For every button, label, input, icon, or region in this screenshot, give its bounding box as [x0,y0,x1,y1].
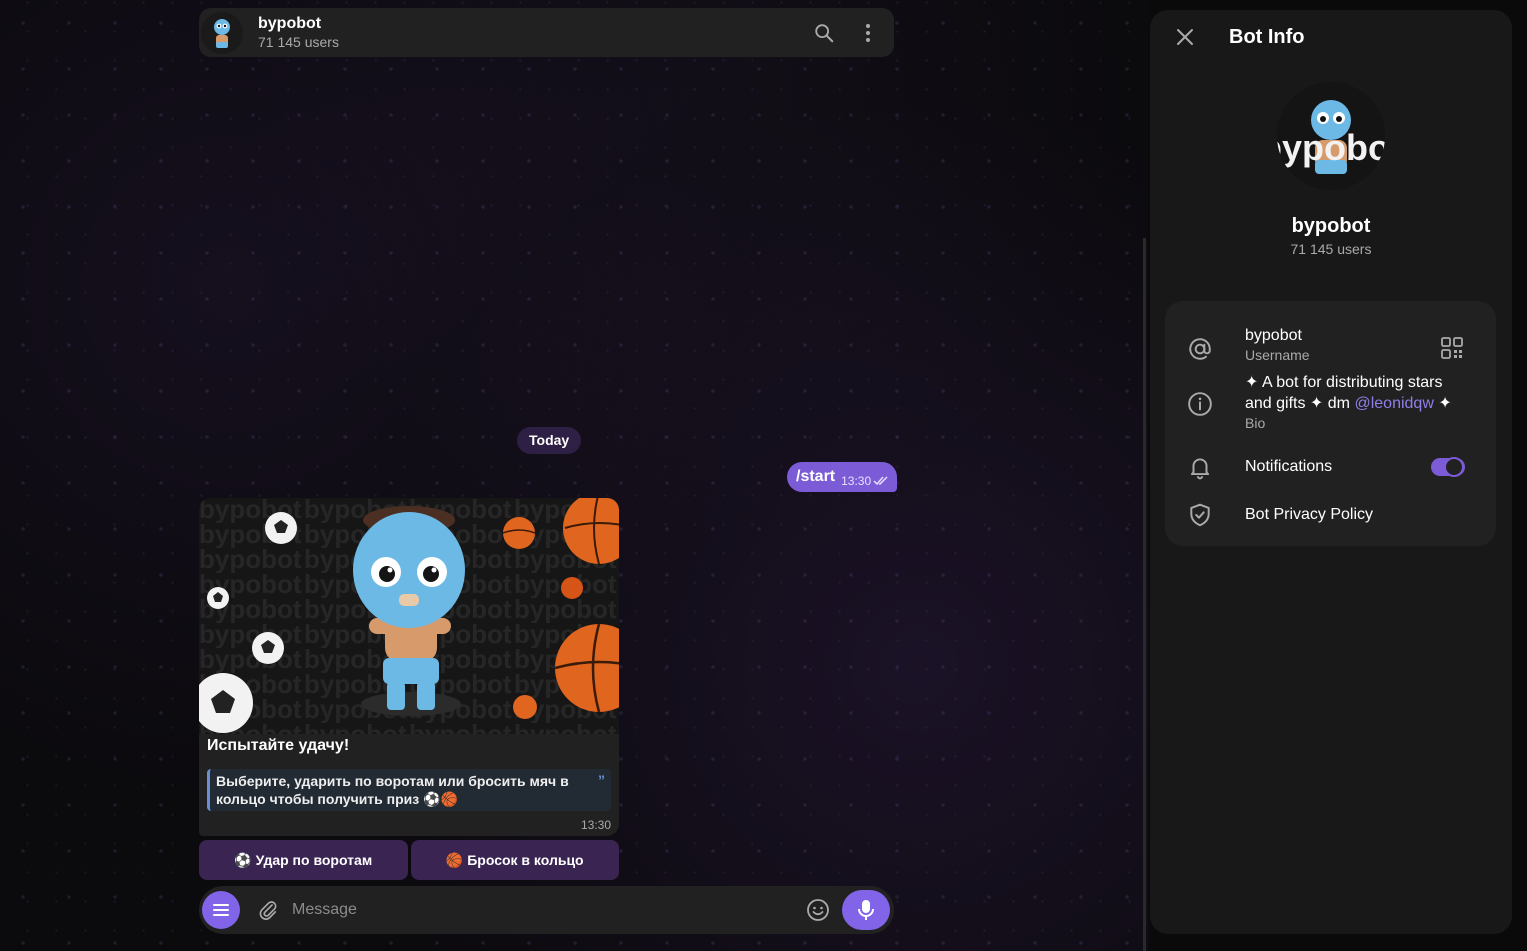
outgoing-text: /start [796,468,836,485]
username-label: Username [1245,347,1310,363]
quote-icon: ” [598,772,605,788]
header-actions [812,21,880,45]
info-icon [1187,391,1213,417]
throw-hoop-button[interactable]: 🏀 Бросок в кольцо [410,840,619,880]
soccer-ball-icon [265,512,297,544]
username-value: bypobot [1245,327,1302,344]
emoji-button[interactable] [806,898,830,922]
privacy-text: Bot Privacy Policy [1245,504,1373,525]
paperclip-icon [259,901,277,920]
basketball-icon [502,517,536,549]
qr-code-icon [1441,337,1463,359]
bot-avatar-icon: bypobot [1277,82,1385,190]
bot-info-panel: Bot Info bypobot bypobot 71 145 users [1150,10,1512,934]
smiley-icon [807,899,829,921]
bot-menu-button[interactable] [202,891,240,929]
menu-icon [213,904,229,916]
profile-name: bypobot [1291,215,1371,237]
basketball-icon [561,577,583,599]
privacy-label: Bot Privacy Policy [1245,506,1374,523]
bot-avatar-icon [201,11,243,54]
bio-value: ✦ A bot for distributing stars and gifts… [1245,372,1465,414]
panel-title: Bot Info [1229,25,1305,48]
telegram-app: bypobot 71 145 users Today /start 13:30 … [0,0,1527,951]
message-composer [199,886,894,934]
chat-header[interactable]: bypobot 71 145 users [199,8,894,57]
bell-icon [1187,454,1213,480]
message-title: Испытайте удачу! [207,737,350,754]
message-time: 13:30 [841,474,872,488]
search-icon [815,23,834,42]
privacy-policy-row[interactable]: Bot Privacy Policy [1165,499,1496,531]
notifications-text: Notifications [1245,456,1332,477]
voice-record-button[interactable] [842,890,890,930]
bio-tail: ✦ [1438,395,1452,412]
close-icon [1177,29,1193,45]
chat-area: bypobot 71 145 users Today /start 13:30 … [0,0,1148,951]
attach-button[interactable] [256,898,280,922]
avatar-logo-text: bypobot [1277,127,1385,168]
microphone-icon [858,900,874,920]
promo-illustration: bypobot [199,498,619,734]
message-time: 13:30 [580,818,611,832]
notifications-row[interactable]: Notifications [1165,451,1496,483]
soccer-ball-icon [252,632,284,664]
promo-image[interactable]: bypobot [199,498,619,734]
profile-avatar[interactable]: bypobot [1277,82,1385,190]
info-card: bypobot Username ✦ A bot for distributin… [1165,301,1496,546]
soccer-ball-icon [207,587,229,609]
date-separator: Today [517,427,582,454]
bio-row[interactable]: ✦ A bot for distributing stars and gifts… [1165,371,1496,435]
message-input[interactable] [292,901,806,919]
bio-label: Bio [1245,415,1266,431]
chat-name: bypobot [258,15,322,32]
quote-text: Выберите, ударить по воротам или бросить… [216,773,569,807]
notifications-label: Notifications [1245,458,1333,475]
double-check-icon [873,476,888,486]
chat-titles[interactable]: bypobot 71 145 users [258,14,339,51]
kick-goal-button[interactable]: ⚽ Удар по воротам [199,840,408,880]
message-meta: 13:30 [841,474,889,488]
basketball-icon [513,695,537,719]
inline-keyboard: ⚽ Удар по воротам 🏀 Бросок в кольцо [199,840,619,880]
outgoing-message[interactable]: /start 13:30 [787,462,898,492]
bot-message[interactable]: bypobot [199,498,619,836]
panel-header: Bot Info [1150,10,1512,64]
scrollbar[interactable] [1143,238,1146,951]
message-quote: Выберите, ударить по воротам или бросить… [207,769,611,811]
close-button[interactable] [1172,24,1198,50]
profile-subtitle: 71 145 users [1290,241,1372,257]
bio-mention-link[interactable]: @leonidqw [1354,395,1433,412]
avatar[interactable] [201,11,243,54]
chat-subtitle: 71 145 users [258,34,339,50]
toggle-knob [1444,457,1464,477]
username-row[interactable]: bypobot Username [1165,317,1496,363]
username-text: bypobot Username [1245,325,1310,364]
more-vertical-icon [866,23,870,42]
bio-text: ✦ A bot for distributing stars and gifts… [1245,372,1465,432]
notifications-toggle[interactable] [1431,457,1465,477]
at-sign-icon [1187,336,1213,362]
qr-code-button[interactable] [1440,336,1466,362]
shield-check-icon [1187,502,1213,528]
more-menu-button[interactable] [856,21,880,45]
search-button[interactable] [812,21,836,45]
